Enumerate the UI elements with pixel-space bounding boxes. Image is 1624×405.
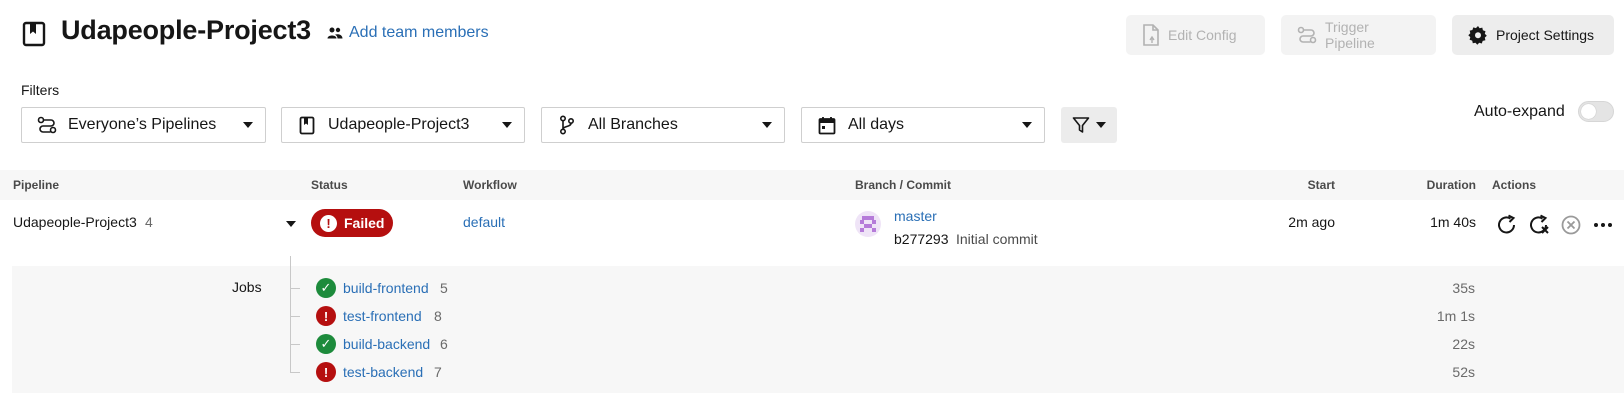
failed-icon: ! <box>316 362 336 382</box>
job-link[interactable]: test-backend <box>343 364 423 380</box>
jobs-tree-branch <box>290 344 300 345</box>
project-settings-button[interactable]: Project Settings <box>1452 15 1614 55</box>
pipelines-filter-value: Everyone’s Pipelines <box>68 116 217 133</box>
col-branch-commit: Branch / Commit <box>855 178 952 192</box>
calendar-icon <box>816 114 838 136</box>
jobs-tree-branch <box>290 288 300 289</box>
rerun-icon[interactable] <box>1495 213 1519 237</box>
add-team-label: Add team members <box>349 24 489 41</box>
branch-icon <box>556 114 578 136</box>
col-workflow: Workflow <box>463 178 517 192</box>
status-badge[interactable]: ! Failed <box>311 209 393 237</box>
people-icon <box>327 27 343 39</box>
job-duration: 52s <box>1452 364 1475 380</box>
funnel-icon <box>1072 116 1090 134</box>
project-bookmark-icon <box>22 21 46 47</box>
job-duration: 1m 1s <box>1436 308 1475 324</box>
chevron-down-icon <box>1096 122 1106 128</box>
status-label: Failed <box>344 215 385 231</box>
filters-label: Filters <box>21 82 60 98</box>
trigger-pipeline-label: Trigger Pipeline <box>1325 19 1375 51</box>
trigger-pipeline-button[interactable]: Trigger Pipeline <box>1281 15 1436 55</box>
more-filters-button[interactable] <box>1061 107 1117 143</box>
gear-icon <box>1468 25 1488 45</box>
job-number: 5 <box>440 280 448 296</box>
col-status: Status <box>311 178 348 192</box>
col-start: Start <box>1307 178 1335 192</box>
more-icon[interactable] <box>1591 213 1615 237</box>
auto-expand-toggle[interactable] <box>1578 101 1614 122</box>
table-header <box>0 170 1624 200</box>
cancel-icon[interactable] <box>1559 213 1583 237</box>
commit-hash[interactable]: b277293 <box>894 231 949 247</box>
col-pipeline: Pipeline <box>13 178 60 192</box>
pipelines-filter-dropdown[interactable]: Everyone’s Pipelines <box>21 107 266 143</box>
add-team-members-link[interactable]: Add team members <box>327 24 489 42</box>
job-link[interactable]: test-frontend <box>343 308 422 324</box>
job-duration: 22s <box>1452 336 1475 352</box>
auto-expand-label: Auto-expand <box>1474 103 1565 120</box>
start-time: 2m ago <box>1288 214 1335 230</box>
job-number: 8 <box>434 308 442 324</box>
project-settings-label: Project Settings <box>1496 27 1595 43</box>
branch-link[interactable]: master <box>894 208 937 224</box>
workflow-link[interactable]: default <box>463 214 505 230</box>
jobs-tree-line <box>290 256 291 372</box>
bookmark-icon <box>296 114 318 136</box>
job-number: 6 <box>440 336 448 352</box>
edit-config-label: Edit Config <box>1168 27 1237 43</box>
failed-icon: ! <box>316 306 336 326</box>
branches-filter-value: All Branches <box>588 116 678 133</box>
pipeline-icon <box>36 114 58 136</box>
page-title: Udapeople-Project3 <box>61 15 311 45</box>
chevron-down-icon <box>762 122 772 128</box>
col-duration: Duration <box>1426 178 1476 192</box>
branches-filter-dropdown[interactable]: All Branches <box>541 107 785 143</box>
file-icon <box>1142 24 1160 46</box>
job-link[interactable]: build-frontend <box>343 280 429 296</box>
edit-config-button[interactable]: Edit Config <box>1126 15 1265 55</box>
chevron-down-icon <box>1022 122 1032 128</box>
project-filter-dropdown[interactable]: Udapeople-Project3 <box>281 107 525 143</box>
job-link[interactable]: build-backend <box>343 336 430 352</box>
job-duration: 35s <box>1452 280 1475 296</box>
days-filter-value: All days <box>848 116 905 133</box>
avatar <box>855 211 881 237</box>
failed-icon: ! <box>320 214 337 232</box>
days-filter-dropdown[interactable]: All days <box>801 107 1045 143</box>
commit-message: Initial commit <box>956 231 1038 247</box>
pipeline-duration: 1m 40s <box>1430 214 1476 230</box>
jobs-label: Jobs <box>232 279 262 295</box>
rerun-failed-icon[interactable] <box>1527 213 1551 237</box>
chevron-down-icon <box>243 122 253 128</box>
project-filter-value: Udapeople-Project3 <box>328 116 470 133</box>
jobs-tree-branch <box>290 316 300 317</box>
col-actions: Actions <box>1492 178 1537 192</box>
job-number: 7 <box>434 364 442 380</box>
success-icon: ✓ <box>316 334 336 354</box>
row-expand-chevron-icon[interactable] <box>286 221 296 227</box>
pipeline-number: 4 <box>145 214 153 230</box>
pipeline-icon <box>1297 26 1317 44</box>
jobs-tree-branch <box>290 372 300 373</box>
success-icon: ✓ <box>316 278 336 298</box>
chevron-down-icon <box>502 122 512 128</box>
pipeline-name: Udapeople-Project3 <box>13 214 137 230</box>
